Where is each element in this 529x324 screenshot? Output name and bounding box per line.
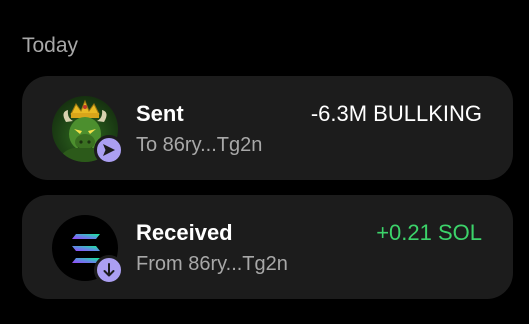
transaction-type-label: Sent bbox=[136, 101, 184, 126]
receive-arrow-icon bbox=[94, 255, 124, 285]
transaction-counterparty: From 86ry...Tg2n bbox=[136, 253, 288, 275]
transaction-item-received[interactable]: Received From 86ry...Tg2n +0.21 SOL bbox=[22, 195, 513, 299]
section-title-today: Today bbox=[22, 34, 79, 57]
transaction-amount: -6.3M BULLKING bbox=[310, 101, 482, 126]
activity-page: Today Sent To 86ry...Tg2n -6.3M BULLKING… bbox=[0, 0, 529, 324]
transaction-counterparty: To 86ry...Tg2n bbox=[136, 134, 263, 156]
transaction-item-sent[interactable]: Sent To 86ry...Tg2n -6.3M BULLKING bbox=[22, 76, 513, 180]
transaction-amount: +0.21 SOL bbox=[376, 220, 482, 245]
transaction-type-label: Received bbox=[136, 220, 233, 245]
send-arrow-icon bbox=[94, 135, 124, 165]
